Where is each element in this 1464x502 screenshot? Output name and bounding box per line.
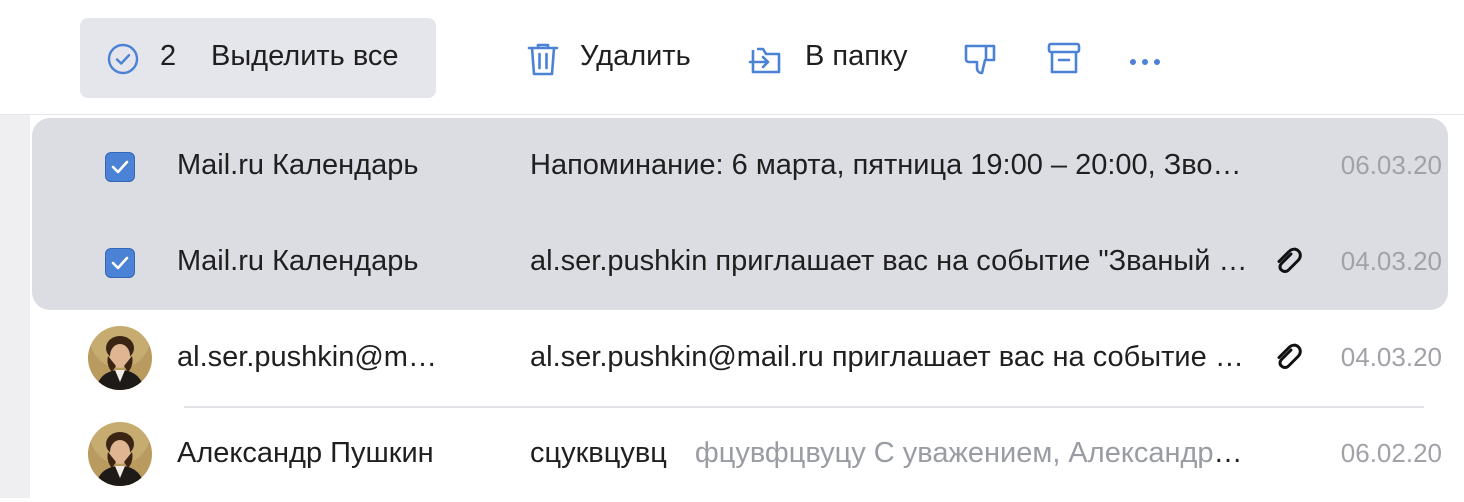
trash-icon <box>524 40 562 83</box>
email-row[interactable]: Mail.ru Календарь al.ser.pushkin приглаш… <box>32 214 1448 310</box>
email-sender: al.ser.pushkin@mail.ru <box>177 341 447 373</box>
email-row[interactable]: al.ser.pushkin@mail.ru al.ser.pushkin@ma… <box>32 310 1448 406</box>
sidebar-edge <box>0 115 30 498</box>
email-subject-text: Напоминание: 6 марта, пятница 19:00 – 20… <box>530 149 1248 181</box>
archive-icon <box>1046 40 1084 83</box>
more-button[interactable] <box>1128 18 1164 98</box>
attachment-icon <box>1272 341 1304 378</box>
email-row[interactable]: Александр Пушкин сцуквцувц фцувфцвуцу С у… <box>32 406 1448 502</box>
move-to-folder-button[interactable]: В папку <box>748 18 920 98</box>
email-subject: al.ser.pushkin@mail.ru приглашает вас на… <box>530 341 1248 374</box>
email-date: 06.03.20 <box>1340 150 1442 180</box>
email-sender: Александр Пушкин <box>177 437 434 469</box>
email-subject: Напоминание: 6 марта, пятница 19:00 – 20… <box>530 149 1248 182</box>
row-checkbox[interactable] <box>105 248 135 278</box>
email-subject-text: сцуквцувц <box>530 437 667 469</box>
selected-count: 2 <box>160 40 177 72</box>
toolbar: 2 Выделить все Удалить В папку <box>0 0 1464 115</box>
row-checkbox[interactable] <box>105 152 135 182</box>
avatar <box>88 422 152 486</box>
email-subject: al.ser.pushkin приглашает вас на событие… <box>530 245 1248 278</box>
select-all-button[interactable]: 2 Выделить все <box>80 18 436 98</box>
select-all-label: Выделить все <box>211 40 399 72</box>
email-date: 06.02.20 <box>1340 438 1442 468</box>
email-subject-text: al.ser.pushkin@mail.ru приглашает вас на… <box>530 341 1248 373</box>
archive-button[interactable] <box>1046 18 1086 98</box>
thumbs-down-icon <box>962 40 1000 83</box>
check-circle-icon <box>106 42 140 81</box>
email-sender: Mail.ru Календарь <box>177 149 419 181</box>
email-date: 04.03.20 <box>1340 342 1442 372</box>
delete-button[interactable]: Удалить <box>524 18 704 98</box>
email-subject-text: al.ser.pushkin приглашает вас на событие… <box>530 245 1248 277</box>
delete-label: Удалить <box>580 40 691 72</box>
email-subject: сцуквцувц фцувфцвуцу С уважением, Алексан… <box>530 437 1248 470</box>
more-icon <box>1128 54 1162 72</box>
attachment-icon <box>1272 245 1304 282</box>
move-to-folder-icon <box>748 40 786 83</box>
spam-button[interactable] <box>962 18 1002 98</box>
email-sender: Mail.ru Календарь <box>177 245 419 277</box>
avatar <box>88 326 152 390</box>
email-preview: фцувфцвуцу С уважением, Александр Пушкин <box>694 437 1248 469</box>
email-date: 04.03.20 <box>1340 246 1442 276</box>
email-row[interactable]: Mail.ru Календарь Напоминание: 6 марта, … <box>32 118 1448 214</box>
move-to-folder-label: В папку <box>805 40 908 72</box>
